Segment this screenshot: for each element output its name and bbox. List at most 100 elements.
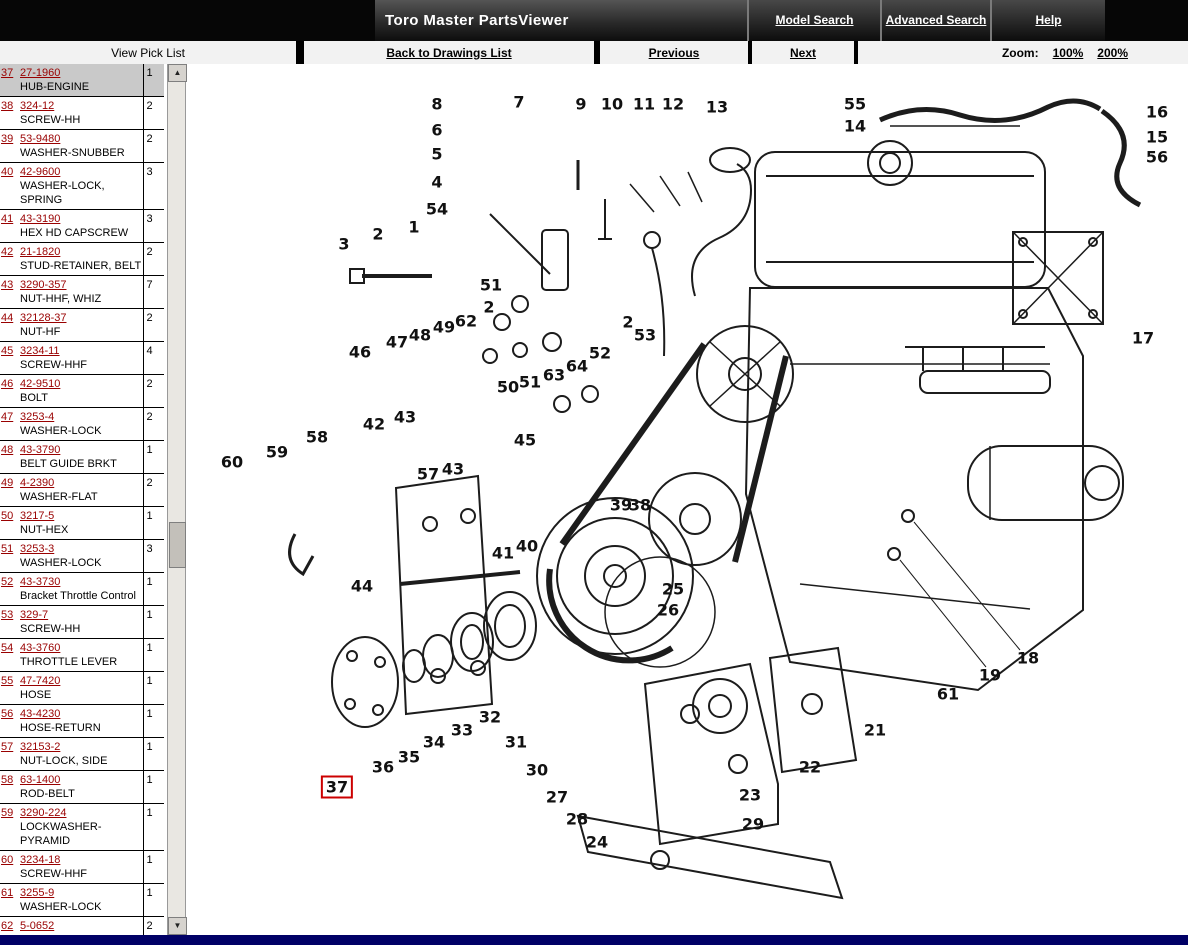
diagram-callout[interactable]: 54 (426, 200, 448, 219)
diagram-callout[interactable]: 9 (575, 95, 586, 114)
diagram-callout[interactable]: 6 (431, 121, 442, 140)
diagram-callout[interactable]: 62 (455, 312, 477, 331)
diagram-callout[interactable]: 2 (372, 225, 383, 244)
diagram-callout[interactable]: 31 (505, 733, 527, 752)
diagram-callout[interactable]: 63 (543, 366, 565, 385)
diagram-callout[interactable]: 32 (479, 708, 501, 727)
diagram-callout[interactable]: 51 (519, 373, 541, 392)
diagram-callout[interactable]: 42 (363, 415, 385, 434)
diagram-callout[interactable]: 44 (351, 577, 373, 596)
diagram-callout[interactable]: 25 (662, 580, 684, 599)
diagram-callout[interactable]: 2 (483, 298, 494, 317)
part-item-link[interactable]: 43 (1, 279, 13, 291)
diagram-callout[interactable]: 17 (1132, 329, 1154, 348)
diagram-callout[interactable]: 33 (451, 721, 473, 740)
diagram-callout[interactable]: 18 (1017, 649, 1039, 668)
diagram-callout[interactable]: 48 (409, 326, 431, 345)
diagram-callout[interactable]: 34 (423, 733, 445, 752)
diagram-callout[interactable]: 38 (629, 496, 651, 515)
part-item-link[interactable]: 53 (1, 609, 13, 621)
diagram-callout[interactable]: 61 (937, 685, 959, 704)
back-to-drawings-list-link[interactable]: Back to Drawings List (304, 41, 594, 64)
diagram-callout[interactable]: 26 (657, 601, 679, 620)
part-number-link[interactable]: 27-1960 (20, 67, 60, 79)
part-number-link[interactable]: 63-1400 (20, 774, 60, 786)
part-item-link[interactable]: 60 (1, 854, 13, 866)
part-item-link[interactable]: 47 (1, 411, 13, 423)
part-number-link[interactable]: 43-3190 (20, 213, 60, 225)
diagram-callout[interactable]: 15 (1146, 128, 1168, 147)
diagram-callout[interactable]: 35 (398, 748, 420, 767)
diagram-callout[interactable]: 53 (634, 326, 656, 345)
diagram-callout[interactable]: 30 (526, 761, 548, 780)
scrollbar-up-arrow-icon[interactable]: ▲ (168, 64, 187, 82)
part-item-link[interactable]: 46 (1, 378, 13, 390)
part-number-link[interactable]: 3253-4 (20, 411, 54, 423)
part-number-link[interactable]: 43-3760 (20, 642, 60, 654)
part-number-link[interactable]: 4-2390 (20, 477, 54, 489)
part-item-link[interactable]: 56 (1, 708, 13, 720)
part-item-link[interactable]: 50 (1, 510, 13, 522)
part-number-link[interactable]: 43-3790 (20, 444, 60, 456)
diagram-callout-selected[interactable]: 37 (321, 776, 353, 799)
diagram-callout[interactable]: 28 (566, 810, 588, 829)
diagram-callout[interactable]: 22 (799, 758, 821, 777)
zoom-100-link[interactable]: 100% (1053, 46, 1084, 60)
diagram-callout[interactable]: 2 (622, 313, 633, 332)
part-number-link[interactable]: 3234-18 (20, 854, 60, 866)
diagram-callout[interactable]: 60 (221, 453, 243, 472)
diagram-callout[interactable]: 46 (349, 343, 371, 362)
diagram-callout[interactable]: 10 (601, 95, 623, 114)
view-pick-list-button[interactable]: View Pick List (0, 41, 296, 64)
diagram-callout[interactable]: 59 (266, 443, 288, 462)
part-number-link[interactable]: 3253-3 (20, 543, 54, 555)
diagram-callout[interactable]: 52 (589, 344, 611, 363)
diagram-callout[interactable]: 19 (979, 666, 1001, 685)
diagram-callout[interactable]: 40 (516, 537, 538, 556)
part-item-link[interactable]: 48 (1, 444, 13, 456)
diagram-callout[interactable]: 55 (844, 95, 866, 114)
diagram-callout[interactable]: 58 (306, 428, 328, 447)
parts-list-scrollbar[interactable]: ▲ ▼ (167, 64, 186, 935)
diagram-callout[interactable]: 21 (864, 721, 886, 740)
diagram-callout[interactable]: 49 (433, 318, 455, 337)
diagram-callout[interactable]: 3 (338, 235, 349, 254)
part-item-link[interactable]: 45 (1, 345, 13, 357)
part-item-link[interactable]: 52 (1, 576, 13, 588)
part-item-link[interactable]: 38 (1, 100, 13, 112)
diagram-callout[interactable]: 23 (739, 786, 761, 805)
part-number-link[interactable]: 3217-5 (20, 510, 54, 522)
part-item-link[interactable]: 49 (1, 477, 13, 489)
diagram-callout[interactable]: 36 (372, 758, 394, 777)
diagram-callout[interactable]: 1 (408, 218, 419, 237)
diagram-callout[interactable]: 47 (386, 333, 408, 352)
diagram-callout[interactable]: 64 (566, 357, 588, 376)
diagram-callout[interactable]: 7 (513, 93, 524, 112)
scrollbar-down-arrow-icon[interactable]: ▼ (168, 917, 187, 935)
diagram-callout[interactable]: 11 (633, 95, 655, 114)
zoom-200-link[interactable]: 200% (1097, 46, 1128, 60)
diagram-callout[interactable]: 57 (417, 465, 439, 484)
diagram-callout[interactable]: 12 (662, 95, 684, 114)
diagram-callout[interactable]: 29 (742, 815, 764, 834)
part-item-link[interactable]: 54 (1, 642, 13, 654)
diagram-callout[interactable]: 5 (431, 145, 442, 164)
part-item-link[interactable]: 62 (1, 920, 13, 932)
diagram-callout[interactable]: 16 (1146, 103, 1168, 122)
part-item-link[interactable]: 55 (1, 675, 13, 687)
part-item-link[interactable]: 40 (1, 166, 13, 178)
previous-link[interactable]: Previous (600, 41, 748, 64)
part-number-link[interactable]: 3290-357 (20, 279, 67, 291)
diagram-callout[interactable]: 45 (514, 431, 536, 450)
diagram-callout[interactable]: 43 (394, 408, 416, 427)
part-number-link[interactable]: 32153-2 (20, 741, 60, 753)
part-item-link[interactable]: 41 (1, 213, 13, 225)
part-item-link[interactable]: 58 (1, 774, 13, 786)
diagram-callout[interactable]: 50 (497, 378, 519, 397)
diagram-callout[interactable]: 51 (480, 276, 502, 295)
part-number-link[interactable]: 21-1820 (20, 246, 60, 258)
diagram-callout[interactable]: 56 (1146, 148, 1168, 167)
part-item-link[interactable]: 61 (1, 887, 13, 899)
advanced-search-link[interactable]: Advanced Search (880, 0, 990, 41)
part-number-link[interactable]: 3255-9 (20, 887, 54, 899)
